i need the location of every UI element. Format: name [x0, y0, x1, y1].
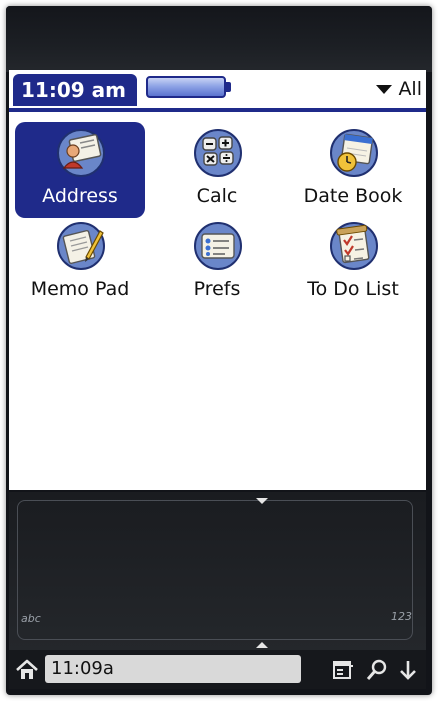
device-top-bezel — [6, 6, 432, 72]
find-icon[interactable] — [365, 658, 389, 682]
battery-nub — [226, 82, 231, 92]
graffiti-letters-hint: abc — [21, 612, 41, 625]
app-label: Memo Pad — [30, 278, 130, 300]
category-label: All — [398, 78, 422, 100]
status-dock: 11:09a — [9, 650, 426, 689]
category-dropdown[interactable]: All — [376, 76, 422, 102]
battery-gauge[interactable] — [146, 76, 226, 98]
address-book-icon — [57, 129, 105, 177]
menu-icon[interactable] — [331, 658, 355, 682]
calendar-clock-icon — [330, 129, 378, 177]
graffiti-frame — [17, 500, 413, 640]
graffiti-numbers-hint: 123 — [391, 610, 412, 623]
app-label: Address — [42, 185, 118, 207]
app-to-do-list[interactable]: To Do List — [288, 215, 418, 311]
launcher-screen: 11:09 am All Address Calc Date Book Memo… — [9, 70, 426, 490]
checklist-icon — [330, 222, 378, 270]
app-label: Calc — [196, 185, 238, 207]
clock-tab[interactable]: 11:09 am — [13, 74, 137, 106]
dock-time-field[interactable]: 11:09a — [45, 655, 301, 683]
app-address[interactable]: Address — [15, 122, 145, 218]
calculator-icon — [194, 129, 242, 177]
dropdown-triangle-icon — [376, 84, 393, 94]
app-prefs[interactable]: Prefs — [152, 215, 282, 311]
graffiti-top-arrow-icon[interactable] — [256, 498, 268, 504]
title-bar: 11:09 am All — [9, 70, 426, 112]
preferences-card-icon — [194, 222, 242, 270]
app-memo-pad[interactable]: Memo Pad — [15, 215, 145, 311]
keyboard-down-icon[interactable] — [396, 658, 420, 682]
app-label: Prefs — [193, 278, 241, 300]
graffiti-bottom-arrow-icon[interactable] — [256, 642, 268, 648]
graffiti-input-area[interactable]: abc 123 — [9, 492, 426, 650]
home-icon[interactable] — [15, 658, 39, 682]
app-label: To Do List — [307, 278, 399, 300]
notepad-pencil-icon — [57, 222, 105, 270]
app-date-book[interactable]: Date Book — [288, 122, 418, 218]
app-calc[interactable]: Calc — [152, 122, 282, 218]
app-label: Date Book — [303, 185, 403, 207]
